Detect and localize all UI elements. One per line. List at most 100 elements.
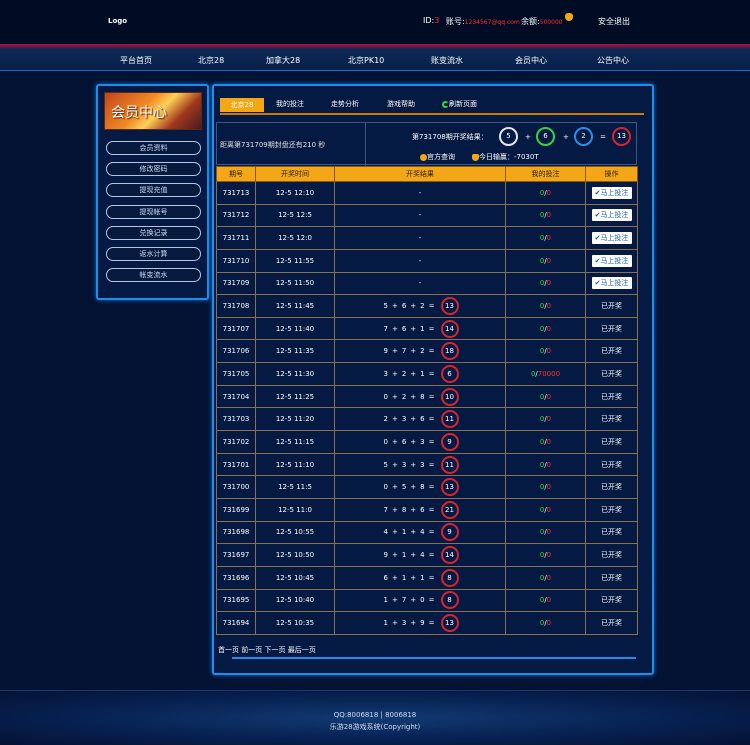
my-bet-cell: 0/0 [505, 339, 586, 364]
time-cell: 12-5 12:10 [255, 181, 335, 205]
action-cell: ✔马上投注 [585, 203, 638, 228]
result-digit: 0 [383, 392, 388, 401]
page-prev[interactable]: 前一页 [241, 646, 262, 654]
time-cell: 12-5 11:45 [255, 294, 335, 318]
table-row: 731697 12-5 10:50 9 +1 +4 = 14 0/0 已开奖 [216, 543, 638, 567]
page-last[interactable]: 最后一页 [288, 646, 316, 654]
sidebar-item-withdraw-account[interactable]: 提现帐号 [106, 205, 201, 219]
refresh-icon [442, 100, 449, 108]
table-row: 731694 12-5 10:35 1 +3 +9 = 13 0/0 已开奖 [216, 611, 638, 635]
nav-member-center[interactable]: 会员中心 [515, 55, 547, 66]
account-label: 账号: [446, 17, 465, 26]
table-row: 731701 12-5 11:10 5 +3 +3 = 11 0/0 已开奖 [216, 452, 638, 477]
result-digit: 1 [383, 596, 388, 605]
member-sidebar: 会员中心 会员资料 修改密码 提现充值 提现帐号 兑换记录 返水计算 帐变流水 [96, 84, 209, 300]
bet-now-button[interactable]: ✔马上投注 [591, 254, 632, 267]
issue-cell: 731703 [216, 407, 256, 432]
bet-now-button[interactable]: ✔马上投注 [591, 186, 632, 199]
opened-status: 已开奖 [601, 415, 622, 424]
opened-status: 已开奖 [601, 483, 622, 492]
issue-cell: 731695 [216, 588, 256, 613]
result-digit: 2 [420, 347, 425, 356]
bet-now-button[interactable]: ✔马上投注 [591, 277, 632, 290]
action-cell: 已开奖 [585, 452, 638, 477]
result-operator: + [410, 618, 417, 627]
nav-beijing28[interactable]: 北京28 [198, 55, 224, 66]
opened-status: 已开奖 [601, 347, 622, 356]
opened-status: 已开奖 [601, 596, 622, 605]
opened-status: 已开奖 [601, 505, 622, 514]
table-row: 731696 12-5 10:45 6 +1 +1 = 8 0/0 已开奖 [216, 565, 638, 590]
col-time: 开奖时间 [255, 166, 335, 182]
result-digit: 8 [401, 505, 407, 514]
tab-help[interactable]: 游戏帮助 [387, 99, 415, 109]
result-digit: 3 [401, 460, 407, 469]
account-info: 账号:1234567@qq.com [446, 16, 520, 27]
time-cell: 12-5 10:45 [255, 565, 335, 590]
my-bet-cell: 0/0 [505, 543, 586, 567]
result-operator: = [428, 347, 435, 356]
result-operator: = [428, 528, 435, 537]
result-operator: + [391, 551, 398, 560]
nav-announcements[interactable]: 公告中心 [597, 55, 629, 66]
result-pending: - [418, 188, 422, 197]
official-lookup-link[interactable]: 官方查询 [420, 152, 455, 162]
issue-cell: 731713 [216, 181, 256, 205]
tab-my-bets[interactable]: 我的投注 [276, 99, 304, 109]
issue-cell: 731704 [216, 384, 256, 409]
logo: Logo [108, 17, 128, 25]
draw-history-table: 期号 开奖时间 开奖结果 我的投注 操作 731713 12-5 12:10 - 0/… [216, 166, 638, 635]
result-ball-3: 2 [574, 127, 593, 146]
result-operator: = [428, 573, 435, 582]
result-expression: 9 +7 +2 = 18 [381, 342, 459, 361]
sidebar-item-deposit[interactable]: 提现充值 [106, 183, 201, 197]
page-first[interactable]: 首一页 [218, 646, 239, 654]
logout-link[interactable]: 安全退出 [598, 16, 630, 27]
tab-refresh[interactable]: 刷新页面 [442, 99, 477, 109]
result-sum-ball: 14 [440, 319, 459, 338]
nav-canada28[interactable]: 加拿大28 [266, 55, 300, 66]
action-cell: 已开奖 [585, 543, 638, 567]
sidebar-item-rebate[interactable]: 返水计算 [106, 247, 201, 261]
result-cell: 7 +8 +6 = 21 [334, 497, 506, 522]
nav-home[interactable]: 平台首页 [120, 55, 152, 66]
result-operator: + [410, 573, 417, 582]
bet-now-button[interactable]: ✔马上投注 [591, 232, 632, 245]
my-bet-cell: 0/0 [505, 588, 586, 613]
action-cell: 已开奖 [585, 520, 638, 545]
table-header-row: 期号 开奖时间 开奖结果 我的投注 操作 [216, 166, 638, 182]
sidebar-item-change-password[interactable]: 修改密码 [106, 162, 201, 176]
result-operator: = [428, 596, 435, 605]
result-digit: 6 [420, 505, 425, 514]
result-sum-ball: 14 [440, 546, 459, 565]
result-digit: 3 [420, 460, 425, 469]
issue-cell: 731699 [216, 497, 256, 522]
bet-now-button[interactable]: ✔马上投注 [591, 209, 632, 222]
table-row: 731700 12-5 11:5 0 +5 +8 = 13 0/0 已开奖 [216, 475, 638, 499]
result-sum-ball: 18 [440, 342, 459, 361]
sidebar-item-account-flow[interactable]: 帐变流水 [106, 268, 201, 282]
result-digit: 1 [420, 369, 425, 378]
time-cell: 12-5 11:15 [255, 430, 335, 454]
sidebar-item-profile[interactable]: 会员资料 [106, 141, 201, 155]
nav-account-flow[interactable]: 账变流水 [431, 55, 463, 66]
result-cell: 9 +7 +2 = 18 [334, 339, 506, 364]
balance-label: 余额: [521, 17, 540, 26]
result-operator: + [391, 483, 398, 492]
page-next[interactable]: 下一页 [264, 646, 285, 654]
tab-trend[interactable]: 走势分析 [331, 99, 359, 109]
action-cell: 已开奖 [585, 588, 638, 613]
result-sum-ball: 9 [440, 432, 459, 451]
action-cell: 已开奖 [585, 294, 638, 318]
nav-beijing-pk10[interactable]: 北京PK10 [348, 55, 384, 66]
result-operator: = [428, 618, 435, 627]
tab-beijing28[interactable]: 北京28 [220, 98, 264, 112]
result-operator: + [391, 528, 398, 537]
result-operator: + [391, 415, 398, 424]
result-operator: + [410, 528, 417, 537]
issue-cell: 731709 [216, 271, 256, 296]
sidebar-item-exchange-records[interactable]: 兑换记录 [106, 226, 201, 240]
action-cell: 已开奖 [585, 497, 638, 522]
bet-amount-value: 0 [546, 460, 552, 469]
result-digit: 5 [383, 302, 388, 311]
